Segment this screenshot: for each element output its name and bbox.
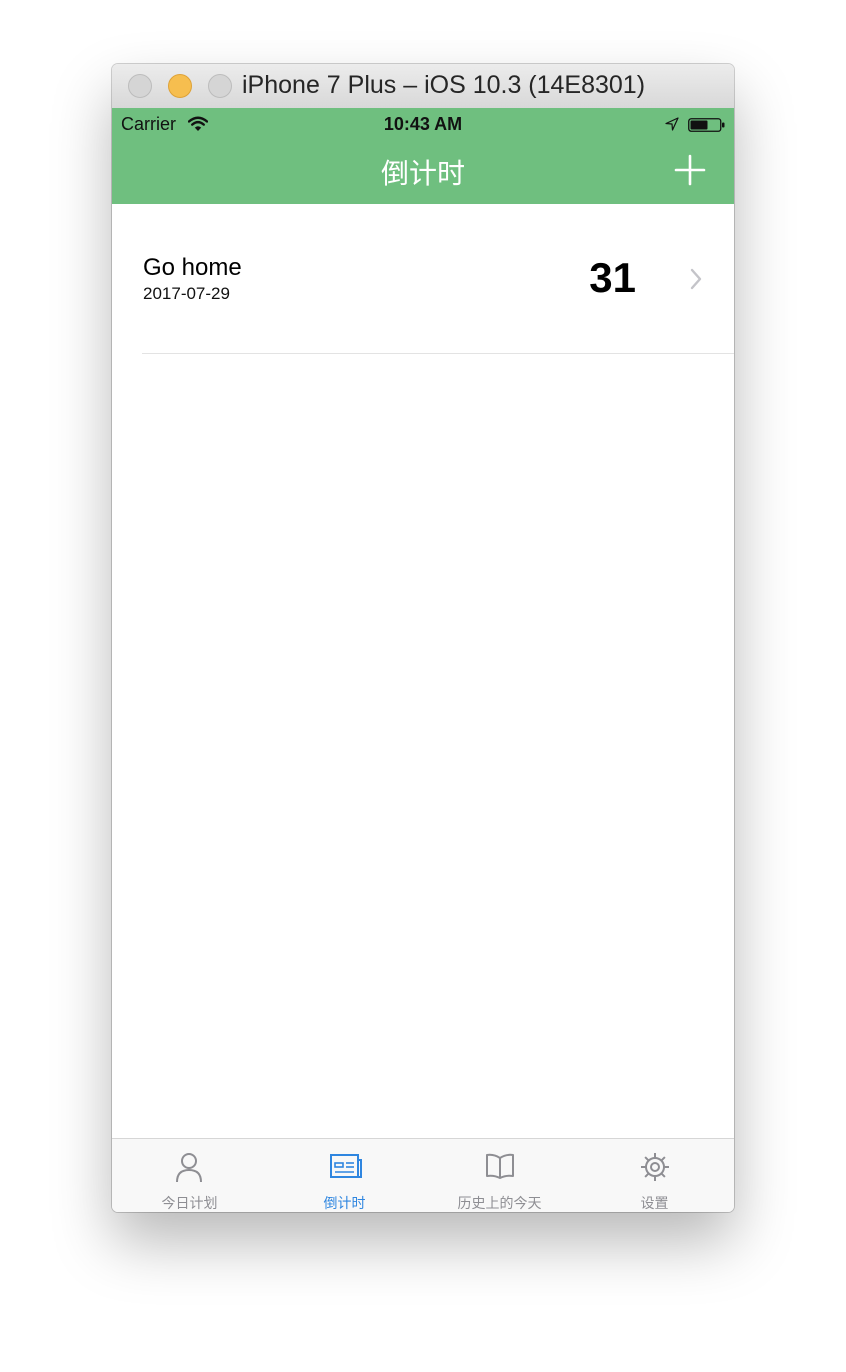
- row-divider: [142, 353, 734, 354]
- location-arrow-icon: [665, 117, 679, 131]
- tab-label: 设置: [640, 1196, 669, 1212]
- book-icon: [486, 1153, 514, 1179]
- gear-icon: [641, 1153, 669, 1181]
- add-button[interactable]: [672, 152, 708, 188]
- list-item[interactable]: Go home 2017-07-29 31: [112, 204, 734, 354]
- tab-countdown[interactable]: 倒计时: [267, 1139, 422, 1212]
- item-days-count: 31: [589, 254, 636, 301]
- tab-settings[interactable]: 设置: [577, 1139, 732, 1212]
- page-title: 倒计时: [380, 157, 465, 190]
- newspaper-icon: [330, 1154, 362, 1178]
- window-minimize-button[interactable]: [168, 74, 192, 98]
- item-date: 2017-07-29: [143, 284, 230, 303]
- window-zoom-button[interactable]: [208, 74, 232, 98]
- window-titlebar: iPhone 7 Plus – iOS 10.3 (14E8301): [112, 64, 734, 109]
- tab-history-today[interactable]: 历史上的今天: [422, 1139, 577, 1212]
- tab-label: 倒计时: [323, 1196, 366, 1212]
- window-title: iPhone 7 Plus – iOS 10.3 (14E8301): [242, 71, 646, 99]
- tab-bar: 今日计划 倒计时 历史上的今天 设置: [112, 1138, 734, 1212]
- battery-icon: [688, 118, 725, 132]
- person-icon: [176, 1153, 202, 1183]
- tab-today-plan[interactable]: 今日计划: [112, 1139, 267, 1212]
- status-time: 10:43 AM: [383, 114, 463, 134]
- chevron-right-icon: [690, 268, 702, 290]
- tab-label: 历史上的今天: [457, 1196, 542, 1212]
- item-title: Go home: [143, 254, 242, 281]
- simulator-window: iPhone 7 Plus – iOS 10.3 (14E8301) Carri…: [112, 64, 734, 1212]
- navigation-bar: Carrier 10:43 AM 倒计时: [112, 108, 734, 204]
- window-close-button[interactable]: [128, 74, 152, 98]
- tab-label: 今日计划: [161, 1196, 218, 1212]
- countdown-list: Go home 2017-07-29 31: [112, 204, 734, 1138]
